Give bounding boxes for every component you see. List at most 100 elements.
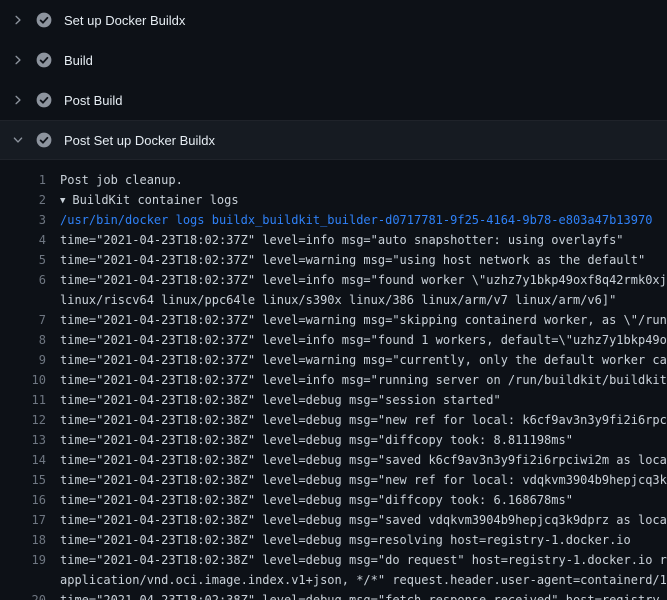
log-line-body: /usr/bin/docker logs buildx_buildkit_bui… bbox=[60, 213, 652, 227]
log-line-text: ▼time="2021-04-23T18:02:38Z" level=debug… bbox=[46, 470, 667, 490]
log-line-number[interactable] bbox=[0, 570, 46, 590]
log-line: 1 ▼Post job cleanup. bbox=[0, 170, 667, 190]
log-line-body: linux/riscv64 linux/ppc64le linux/s390x … bbox=[60, 293, 616, 307]
log-line-body: time="2021-04-23T18:02:38Z" level=debug … bbox=[60, 393, 501, 407]
log-area: 1 ▼Post job cleanup. 2 ▼ BuildKit contain… bbox=[0, 160, 667, 600]
log-line-text: ▼linux/riscv64 linux/ppc64le linux/s390x… bbox=[46, 290, 667, 310]
log-line-text: ▼time="2021-04-23T18:02:37Z" level=info … bbox=[46, 330, 667, 350]
log-line: ▼linux/riscv64 linux/ppc64le linux/s390x… bbox=[0, 290, 667, 310]
log-line-body: time="2021-04-23T18:02:38Z" level=debug … bbox=[60, 593, 667, 600]
step-label: Post Build bbox=[64, 93, 123, 108]
log-line-body: time="2021-04-23T18:02:37Z" level=info m… bbox=[60, 373, 667, 387]
log-line-text: ▼time="2021-04-23T18:02:38Z" level=debug… bbox=[46, 430, 667, 450]
log-line-number[interactable]: 11 bbox=[0, 390, 46, 410]
log-line-text: ▼application/vnd.oci.image.index.v1+json… bbox=[46, 570, 667, 590]
check-circle-icon bbox=[36, 52, 52, 68]
log-line-text: ▼time="2021-04-23T18:02:37Z" level=warni… bbox=[46, 350, 667, 370]
log-line-number[interactable]: 12 bbox=[0, 410, 46, 430]
log-line: 12 ▼time="2021-04-23T18:02:38Z" level=de… bbox=[0, 410, 667, 430]
log-line-number[interactable]: 17 bbox=[0, 510, 46, 530]
actions-log-viewer: Set up Docker Buildx Build P bbox=[0, 0, 667, 600]
log-line-number[interactable]: 8 bbox=[0, 330, 46, 350]
log-line-body: time="2021-04-23T18:02:38Z" level=debug … bbox=[60, 533, 631, 547]
log-line-number[interactable]: 6 bbox=[0, 270, 46, 290]
log-line-text: ▼time="2021-04-23T18:02:38Z" level=debug… bbox=[46, 410, 667, 430]
log-line-text: ▼time="2021-04-23T18:02:37Z" level=info … bbox=[46, 270, 667, 290]
log-line: 6 ▼time="2021-04-23T18:02:37Z" level=inf… bbox=[0, 270, 667, 290]
log-line-text: ▼Post job cleanup. bbox=[46, 170, 667, 190]
log-line-number[interactable]: 20 bbox=[0, 590, 46, 600]
log-line: 13 ▼time="2021-04-23T18:02:38Z" level=de… bbox=[0, 430, 667, 450]
log-line: 4 ▼time="2021-04-23T18:02:37Z" level=inf… bbox=[0, 230, 667, 250]
log-line-number[interactable]: 7 bbox=[0, 310, 46, 330]
log-line-text: ▼time="2021-04-23T18:02:38Z" level=debug… bbox=[46, 590, 667, 600]
log-line: 3 ▼/usr/bin/docker logs buildx_buildkit_… bbox=[0, 210, 667, 230]
log-line: 15 ▼time="2021-04-23T18:02:38Z" level=de… bbox=[0, 470, 667, 490]
log-line-text: ▼time="2021-04-23T18:02:38Z" level=debug… bbox=[46, 390, 667, 410]
log-line-number[interactable]: 5 bbox=[0, 250, 46, 270]
log-line: 19 ▼time="2021-04-23T18:02:38Z" level=de… bbox=[0, 550, 667, 570]
log-line: 2 ▼ BuildKit container logs bbox=[0, 190, 667, 210]
chevron-right-icon[interactable] bbox=[12, 54, 24, 66]
log-line-number[interactable]: 10 bbox=[0, 370, 46, 390]
log-line: 7 ▼time="2021-04-23T18:02:37Z" level=war… bbox=[0, 310, 667, 330]
group-toggle-icon[interactable]: ▼ bbox=[60, 196, 65, 206]
log-line-body: time="2021-04-23T18:02:38Z" level=debug … bbox=[60, 513, 667, 527]
log-line-body: time="2021-04-23T18:02:37Z" level=info m… bbox=[60, 333, 667, 347]
step-header-post-build[interactable]: Post Build bbox=[0, 80, 667, 120]
log-line-number[interactable]: 16 bbox=[0, 490, 46, 510]
log-line-body: time="2021-04-23T18:02:37Z" level=warnin… bbox=[60, 253, 645, 267]
log-line-body: Post job cleanup. bbox=[60, 173, 183, 187]
log-line-body: time="2021-04-23T18:02:38Z" level=debug … bbox=[60, 493, 573, 507]
log-line-number[interactable]: 4 bbox=[0, 230, 46, 250]
log-line-number[interactable]: 2 bbox=[0, 190, 46, 210]
step-header-post-set-up-docker-buildx[interactable]: Post Set up Docker Buildx bbox=[0, 120, 667, 160]
log-line: 5 ▼time="2021-04-23T18:02:37Z" level=war… bbox=[0, 250, 667, 270]
log-line-body: BuildKit container logs bbox=[72, 193, 238, 207]
log-line-number[interactable]: 9 bbox=[0, 350, 46, 370]
check-circle-icon bbox=[36, 132, 52, 148]
log-line-number[interactable]: 1 bbox=[0, 170, 46, 190]
log-line-number[interactable]: 13 bbox=[0, 430, 46, 450]
log-line-body: time="2021-04-23T18:02:38Z" level=debug … bbox=[60, 413, 667, 427]
log-line: 18 ▼time="2021-04-23T18:02:38Z" level=de… bbox=[0, 530, 667, 550]
log-line: 17 ▼time="2021-04-23T18:02:38Z" level=de… bbox=[0, 510, 667, 530]
log-line-text: ▼time="2021-04-23T18:02:38Z" level=debug… bbox=[46, 450, 667, 470]
log-line: 20 ▼time="2021-04-23T18:02:38Z" level=de… bbox=[0, 590, 667, 600]
log-line: 8 ▼time="2021-04-23T18:02:37Z" level=inf… bbox=[0, 330, 667, 350]
log-line-text: ▼ BuildKit container logs bbox=[46, 190, 667, 210]
step-label: Build bbox=[64, 53, 93, 68]
chevron-right-icon[interactable] bbox=[12, 134, 24, 146]
step-label: Post Set up Docker Buildx bbox=[64, 133, 215, 148]
log-line-number[interactable] bbox=[0, 290, 46, 310]
log-line-body: application/vnd.oci.image.index.v1+json,… bbox=[60, 573, 667, 587]
step-header-build[interactable]: Build bbox=[0, 40, 667, 80]
log-line-body: time="2021-04-23T18:02:38Z" level=debug … bbox=[60, 553, 667, 567]
log-line-number[interactable]: 3 bbox=[0, 210, 46, 230]
check-circle-icon bbox=[36, 92, 52, 108]
step-label: Set up Docker Buildx bbox=[64, 13, 185, 28]
check-circle-icon bbox=[36, 12, 52, 28]
log-line-number[interactable]: 14 bbox=[0, 450, 46, 470]
log-line-text: ▼/usr/bin/docker logs buildx_buildkit_bu… bbox=[46, 210, 667, 230]
step-header-set-up-docker-buildx[interactable]: Set up Docker Buildx bbox=[0, 0, 667, 40]
log-line-body: time="2021-04-23T18:02:38Z" level=debug … bbox=[60, 473, 667, 487]
log-line-text: ▼time="2021-04-23T18:02:38Z" level=debug… bbox=[46, 530, 667, 550]
log-line-body: time="2021-04-23T18:02:38Z" level=debug … bbox=[60, 433, 573, 447]
log-line-text: ▼time="2021-04-23T18:02:37Z" level=info … bbox=[46, 230, 667, 250]
log-line-text: ▼time="2021-04-23T18:02:37Z" level=warni… bbox=[46, 250, 667, 270]
log-line: 14 ▼time="2021-04-23T18:02:38Z" level=de… bbox=[0, 450, 667, 470]
chevron-right-icon[interactable] bbox=[12, 94, 24, 106]
log-line-text: ▼time="2021-04-23T18:02:37Z" level=info … bbox=[46, 370, 667, 390]
chevron-right-icon[interactable] bbox=[12, 14, 24, 26]
log-line: 16 ▼time="2021-04-23T18:02:38Z" level=de… bbox=[0, 490, 667, 510]
log-line-text: ▼time="2021-04-23T18:02:38Z" level=debug… bbox=[46, 550, 667, 570]
log-line-body: time="2021-04-23T18:02:37Z" level=info m… bbox=[60, 233, 624, 247]
log-line-text: ▼time="2021-04-23T18:02:37Z" level=warni… bbox=[46, 310, 667, 330]
log-line-number[interactable]: 15 bbox=[0, 470, 46, 490]
log-line-number[interactable]: 19 bbox=[0, 550, 46, 570]
log-line-text: ▼time="2021-04-23T18:02:38Z" level=debug… bbox=[46, 490, 667, 510]
log-line: ▼application/vnd.oci.image.index.v1+json… bbox=[0, 570, 667, 590]
log-line-body: time="2021-04-23T18:02:37Z" level=warnin… bbox=[60, 353, 667, 367]
log-line-number[interactable]: 18 bbox=[0, 530, 46, 550]
